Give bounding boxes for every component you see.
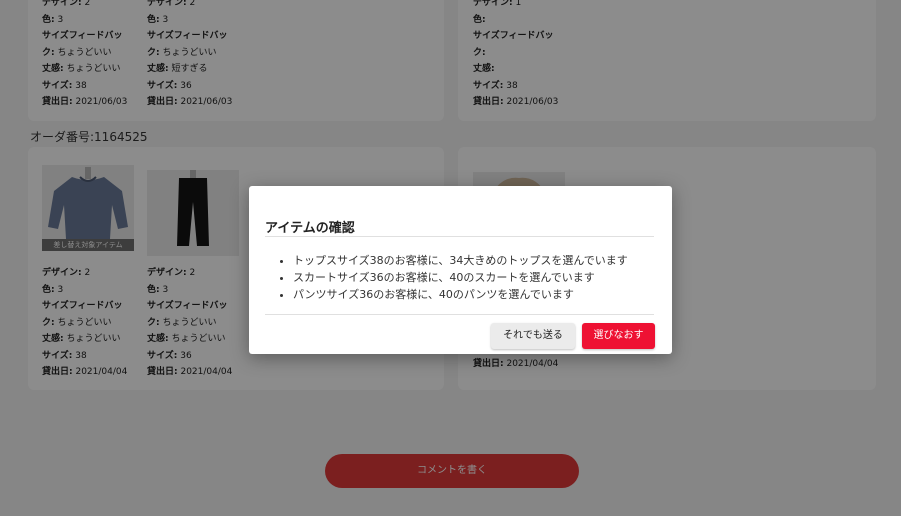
send-anyway-button[interactable]: それでも送る [491, 323, 575, 349]
divider [265, 236, 654, 237]
warning-item: トップスサイズ38のお客様に、34大きめのトップスを選んでいます [293, 252, 628, 269]
dialog-title: アイテムの確認 [265, 221, 355, 236]
warning-item: スカートサイズ36のお客様に、40のスカートを選んでいます [293, 269, 628, 286]
reselect-button[interactable]: 選びなおす [582, 323, 655, 349]
warning-list: トップスサイズ38のお客様に、34大きめのトップスを選んでいます スカートサイズ… [293, 252, 628, 303]
confirm-items-dialog: アイテムの確認 トップスサイズ38のお客様に、34大きめのトップスを選んでいます… [249, 186, 672, 354]
divider [265, 314, 654, 315]
warning-item: パンツサイズ36のお客様に、40のパンツを選んでいます [293, 286, 628, 303]
